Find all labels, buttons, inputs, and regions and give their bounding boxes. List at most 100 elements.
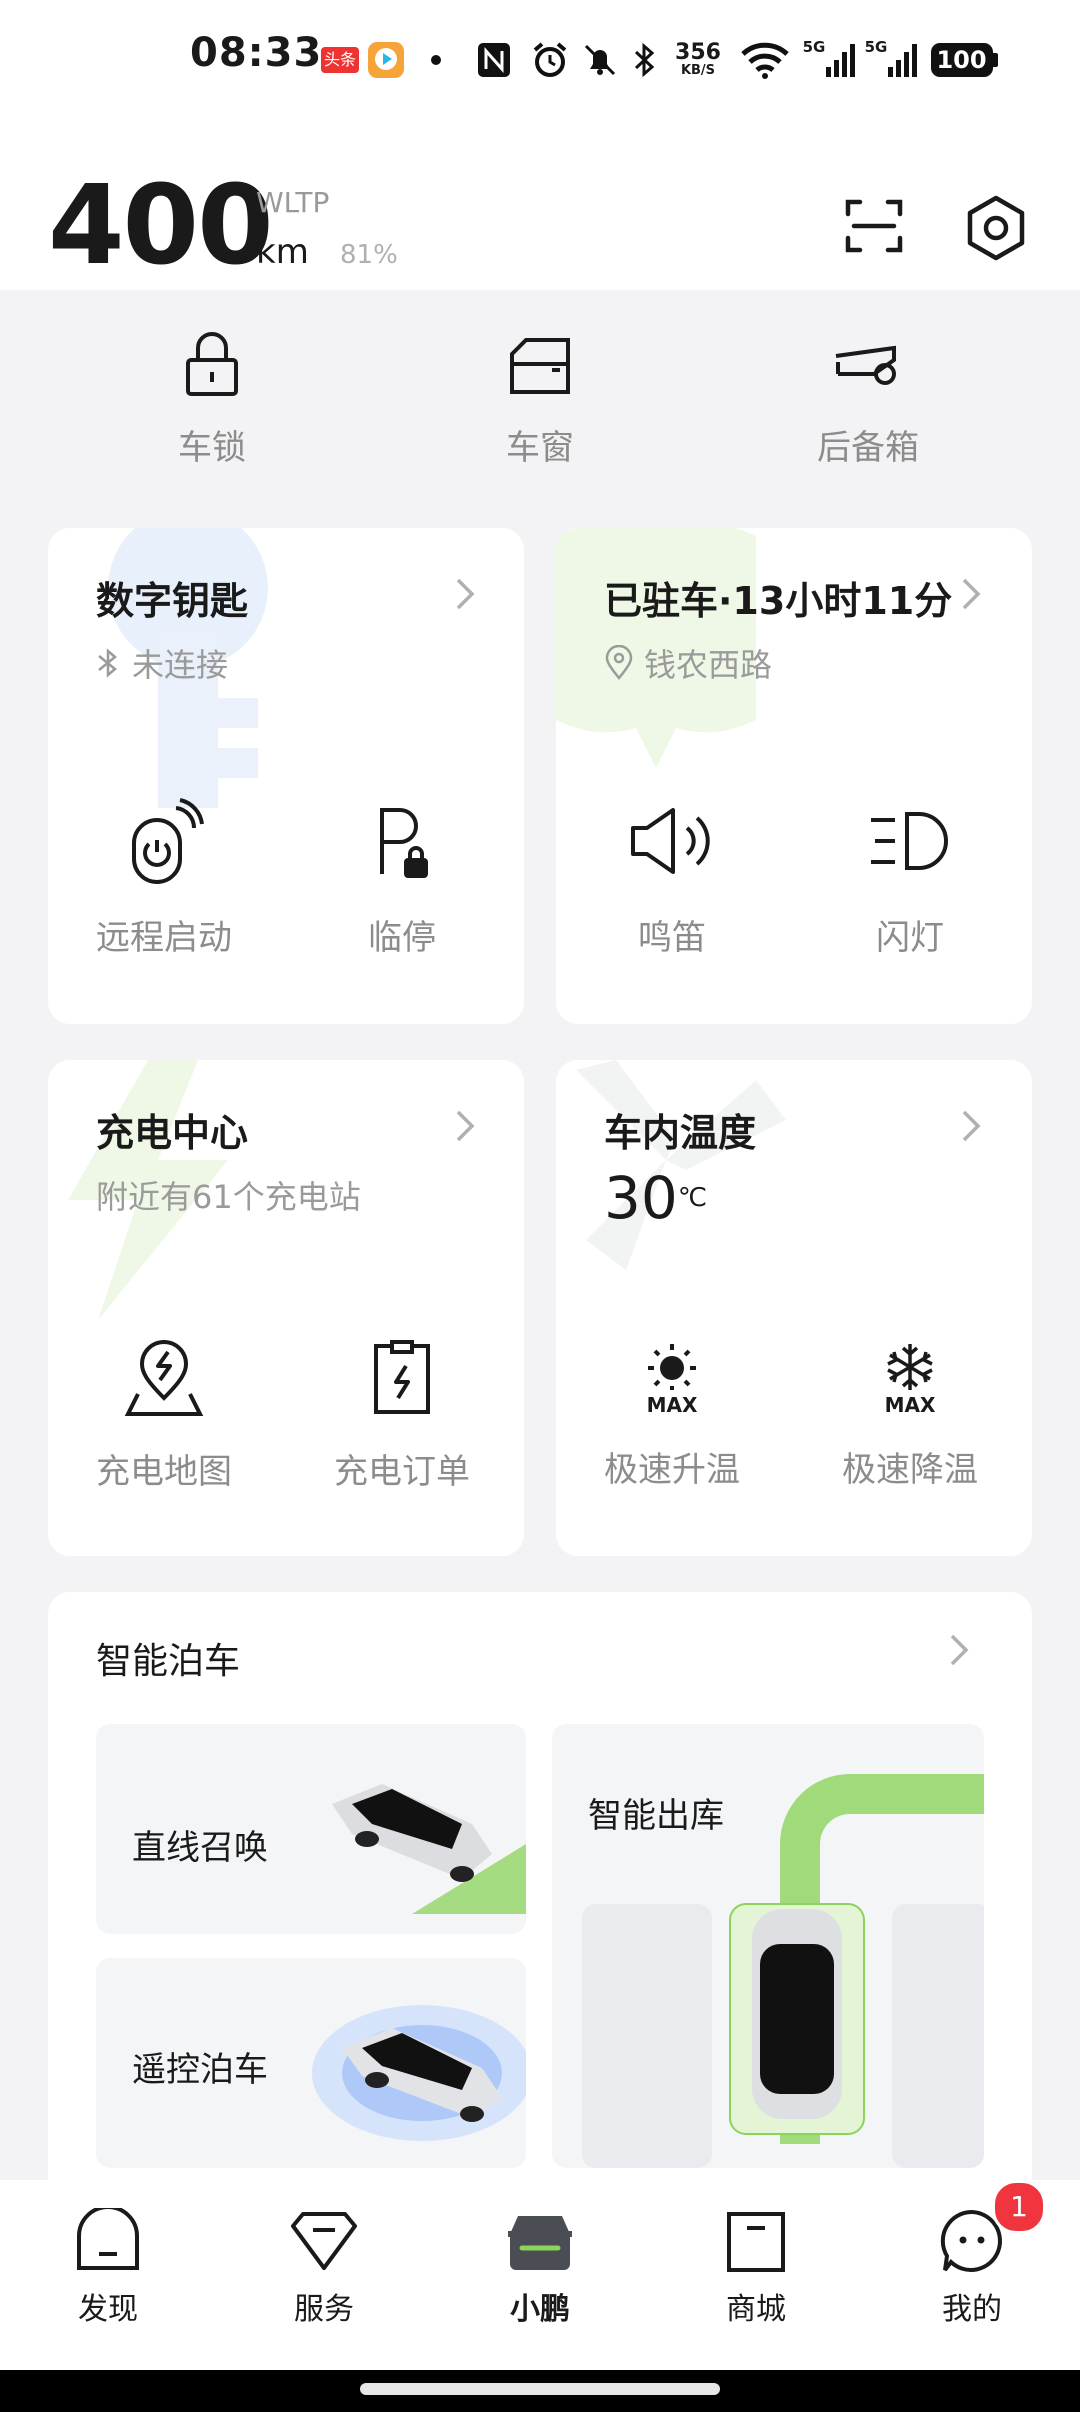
mute-icon: [580, 38, 620, 82]
nav-shop-label: 商城: [726, 2292, 786, 2327]
max-cool-label: 极速降温: [842, 1450, 978, 1490]
nav-service-label: 服务: [294, 2292, 354, 2327]
exit-parking-tile[interactable]: 智能出库: [552, 1724, 984, 2168]
summon-tile[interactable]: 直线召唤: [96, 1724, 526, 1934]
discover-icon: [77, 2208, 139, 2270]
nav-discover-label: 发现: [78, 2292, 138, 2327]
parked-location: 钱农西路: [644, 646, 773, 684]
bluetooth-icon: [98, 648, 117, 678]
location-pin-icon: [605, 645, 633, 680]
trunk-icon: [835, 345, 896, 385]
max-cool-icon: MAX: [885, 1344, 936, 1416]
horn-icon: [631, 808, 710, 874]
nav-profile-label: 我的: [942, 2292, 1002, 2327]
summon-label: 直线召唤: [132, 1828, 268, 1868]
charge-map-icon: [124, 1340, 204, 1416]
parked-location-row: 钱农西路: [604, 640, 772, 686]
dot-icon: [426, 38, 446, 82]
settings-icon[interactable]: [962, 194, 1030, 266]
lock-icon: [186, 332, 238, 396]
temperature-value-row: 30℃: [604, 1168, 707, 1228]
parked-card[interactable]: 已驻车·13小时11分 钱农西路 鸣笛 闪灯: [556, 528, 1032, 1024]
digital-key-status: 未连接: [132, 646, 229, 684]
max-cool-button[interactable]: MAX 极速降温: [800, 1340, 1020, 1491]
quick-lock-label: 车锁: [178, 428, 246, 468]
charge-order-icon: [374, 1340, 430, 1414]
charge-map-button[interactable]: 充电地图: [54, 1338, 274, 1493]
flash-light-icon: [871, 812, 948, 870]
car-image: [332, 1784, 526, 1914]
quick-window-label: 车窗: [506, 428, 574, 468]
chevron-right-icon[interactable]: [960, 1108, 982, 1144]
service-icon: [291, 2212, 357, 2270]
nav-service[interactable]: 服务: [244, 2208, 404, 2328]
svg-text:MAX: MAX: [647, 1393, 698, 1416]
temperature-value: 30: [604, 1164, 678, 1232]
bluetooth-icon: [630, 38, 660, 82]
chevron-right-icon[interactable]: [948, 1632, 970, 1668]
smart-parking-title: 智能泊车: [96, 1641, 241, 1682]
quick-trunk[interactable]: 后备箱: [768, 330, 968, 469]
car-remote-image: [312, 2005, 526, 2141]
wifi-icon: [738, 38, 792, 82]
alarm-icon: [530, 38, 570, 82]
charge-map-label: 充电地图: [96, 1452, 232, 1492]
quick-lock[interactable]: 车锁: [112, 330, 312, 469]
quick-trunk-label: 后备箱: [817, 428, 919, 468]
remote-start-label: 远程启动: [96, 918, 232, 958]
nav-shop[interactable]: 商城: [676, 2208, 836, 2328]
window-icon: [510, 338, 570, 394]
range-standard: WLTP: [256, 186, 330, 219]
flash-light-button[interactable]: 闪灯: [800, 798, 1020, 959]
signal-icon: 5G: [802, 38, 858, 82]
charge-order-label: 充电订单: [334, 1452, 470, 1492]
home-indicator[interactable]: [360, 2383, 720, 2395]
net-speed: 356 KB/S: [675, 40, 721, 78]
shop-icon: [727, 2212, 785, 2272]
chevron-right-icon[interactable]: [454, 1108, 476, 1144]
chevron-right-icon[interactable]: [454, 576, 476, 612]
temp-parking-button[interactable]: 临停: [292, 798, 512, 959]
battery-percent: 81%: [340, 240, 398, 270]
temperature-card[interactable]: 车内温度 30℃ MAX 极速升温 MAX 极速降温: [556, 1060, 1032, 1556]
temperature-unit: ℃: [677, 1183, 708, 1213]
range-unit: km: [256, 232, 309, 272]
horn-button[interactable]: 鸣笛: [562, 798, 782, 959]
nav-discover[interactable]: 发现: [28, 2208, 188, 2328]
charging-card[interactable]: 充电中心 附近有61个充电站 充电地图 充电订单: [48, 1060, 524, 1556]
chevron-right-icon[interactable]: [960, 576, 982, 612]
parked-title: 已驻车·13小时11分: [604, 579, 953, 623]
smart-parking-card[interactable]: 智能泊车 直线召唤 遥控泊车 智能出库: [48, 1592, 1032, 2212]
digital-key-card[interactable]: 数字钥匙 未连接 远程启动 临停: [48, 528, 524, 1024]
max-heat-icon: MAX: [647, 1344, 698, 1416]
signal-icon-2: 5G: [864, 38, 920, 82]
nfc-icon: [474, 38, 514, 82]
notification-badge: 1: [992, 2180, 1046, 2234]
flash-light-label: 闪灯: [876, 918, 944, 958]
battery-icon: 100: [928, 38, 1000, 82]
temp-parking-label: 临停: [368, 918, 436, 958]
max-heat-label: 极速升温: [604, 1450, 740, 1490]
horn-label: 鸣笛: [638, 918, 706, 958]
digital-key-title: 数字钥匙: [96, 579, 249, 623]
remote-start-button[interactable]: 远程启动: [54, 798, 274, 959]
temperature-title: 车内温度: [604, 1111, 757, 1155]
car-icon: [508, 2216, 572, 2270]
video-app-icon: [366, 38, 406, 82]
quick-window[interactable]: 车窗: [440, 330, 640, 469]
temp-parking-icon: [380, 808, 428, 878]
charging-subtitle: 附近有61个充电站: [96, 1178, 361, 1216]
toutiao-app-icon: 头条: [320, 38, 360, 82]
charging-title: 充电中心: [96, 1111, 249, 1155]
remote-park-tile[interactable]: 遥控泊车: [96, 1958, 526, 2168]
nav-xpeng[interactable]: 小鹏: [460, 2208, 620, 2328]
nav-xpeng-label: 小鹏: [510, 2292, 570, 2327]
svg-text:MAX: MAX: [885, 1393, 936, 1416]
charge-order-button[interactable]: 充电订单: [292, 1338, 512, 1493]
range-value: 400: [48, 161, 274, 289]
exit-parking-label: 智能出库: [588, 1796, 724, 1836]
digital-key-status-row: 未连接: [96, 640, 228, 686]
max-heat-button[interactable]: MAX 极速升温: [562, 1340, 782, 1491]
scan-icon[interactable]: [844, 196, 904, 260]
status-time: 08:33: [190, 30, 323, 76]
